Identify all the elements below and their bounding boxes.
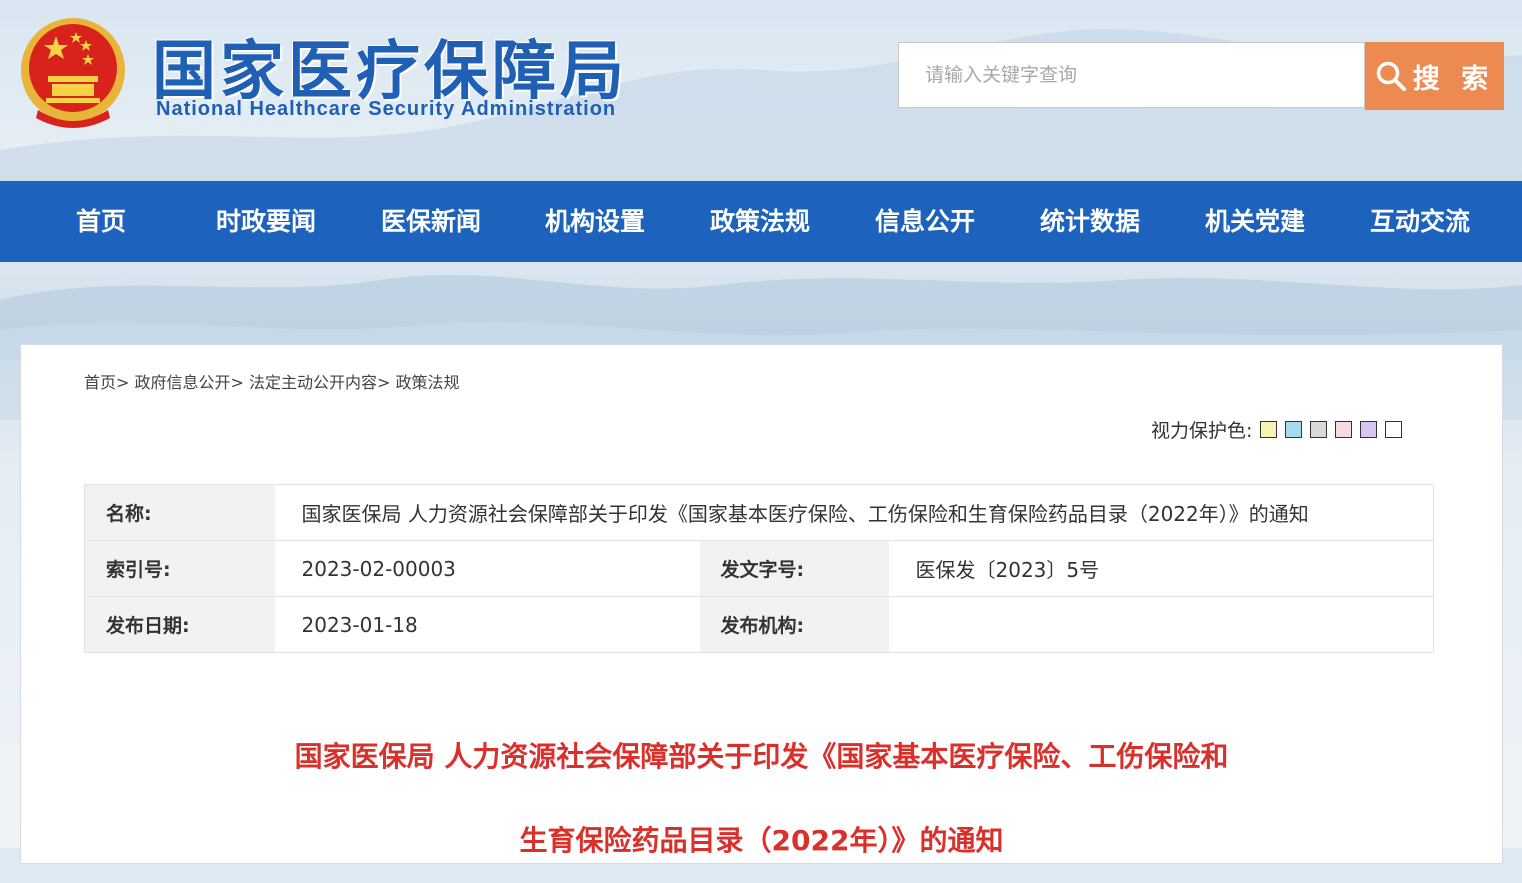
nav-item-organization[interactable]: 机构设置 [545, 181, 645, 262]
publisher-value [888, 596, 1434, 653]
search-bar: 搜 索 [898, 42, 1504, 110]
site-logo-english[interactable]: National Healthcare Security Administrat… [156, 98, 616, 121]
document-title-line-2: 生育保险药品目录（2022年）》的通知 [519, 824, 1004, 857]
name-value: 国家医保局 人力资源社会保障部关于印发《国家基本医疗保险、工伤保险和生育保险药品… [274, 484, 1434, 541]
document-info-table: 名称: 国家医保局 人力资源社会保障部关于印发《国家基本医疗保险、工伤保险和生育… [84, 484, 1434, 653]
publish-date-label: 发布日期: [84, 596, 275, 653]
doc-number-value: 医保发〔2023〕5号 [888, 540, 1434, 597]
search-input[interactable] [898, 42, 1365, 108]
breadcrumb-separator: > [230, 373, 250, 392]
breadcrumb-item-gov-info[interactable]: 政府信息公开 [135, 373, 231, 392]
nav-item-healthcare-news[interactable]: 医保新闻 [381, 181, 481, 262]
nav-item-info-disclosure[interactable]: 信息公开 [875, 181, 975, 262]
breadcrumb-item-legal-disclosure[interactable]: 法定主动公开内容 [249, 373, 377, 392]
main-nav: 首页 时政要闻 医保新闻 机构设置 政策法规 信息公开 统计数据 机关党建 互动… [0, 181, 1522, 262]
index-value: 2023-02-00003 [274, 540, 700, 597]
site-header: 国家医疗保障局 National Healthcare Security Adm… [0, 0, 1522, 181]
breadcrumb-separator: > [377, 373, 396, 392]
nav-item-home[interactable]: 首页 [76, 181, 126, 262]
nav-item-party-building[interactable]: 机关党建 [1205, 181, 1305, 262]
nav-item-interaction[interactable]: 互动交流 [1370, 181, 1470, 262]
nav-item-politics-news[interactable]: 时政要闻 [216, 181, 316, 262]
swatch-purple[interactable] [1360, 420, 1378, 438]
search-button-label: 搜 索 [1412, 63, 1495, 95]
search-button[interactable]: 搜 索 [1365, 42, 1504, 110]
swatch-pink[interactable] [1335, 420, 1353, 438]
publish-date-value: 2023-01-18 [274, 596, 700, 653]
table-row: 名称: 国家医保局 人力资源社会保障部关于印发《国家基本医疗保险、工伤保险和生育… [84, 484, 1434, 541]
name-label: 名称: [84, 484, 275, 541]
breadcrumb: 首页> 政府信息公开> 法定主动公开内容> 政策法规 [84, 369, 460, 393]
eye-protection-colors: 视力保护色: [1151, 415, 1403, 443]
nav-item-policies[interactable]: 政策法规 [710, 181, 810, 262]
search-icon [1376, 61, 1406, 91]
breadcrumb-item-policies[interactable]: 政策法规 [396, 373, 460, 392]
index-label: 索引号: [84, 540, 275, 597]
table-row: 索引号: 2023-02-00003 发文字号: 医保发〔2023〕5号 [84, 540, 1434, 597]
nav-item-statistics[interactable]: 统计数据 [1040, 181, 1140, 262]
content-panel: 首页> 政府信息公开> 法定主动公开内容> 政策法规 视力保护色: 名称: 国家… [20, 344, 1503, 864]
swatch-blue[interactable] [1285, 420, 1303, 438]
document-title-line-1: 国家医保局 人力资源社会保障部关于印发《国家基本医疗保险、工伤保险和 [294, 740, 1229, 773]
publisher-label: 发布机构: [699, 596, 889, 653]
breadcrumb-item-home[interactable]: 首页 [84, 373, 116, 392]
national-emblem-icon [18, 14, 128, 130]
breadcrumb-separator: > [116, 373, 135, 392]
swatch-white[interactable] [1385, 420, 1403, 438]
document-title: 国家医保局 人力资源社会保障部关于印发《国家基本医疗保险、工伤保险和 生育保险药… [21, 715, 1502, 883]
doc-number-label: 发文字号: [699, 540, 889, 597]
eye-protection-label: 视力保护色: [1151, 419, 1253, 442]
swatch-gray[interactable] [1310, 420, 1328, 438]
swatch-yellow[interactable] [1260, 420, 1278, 438]
table-row: 发布日期: 2023-01-18 发布机构: [84, 596, 1434, 653]
